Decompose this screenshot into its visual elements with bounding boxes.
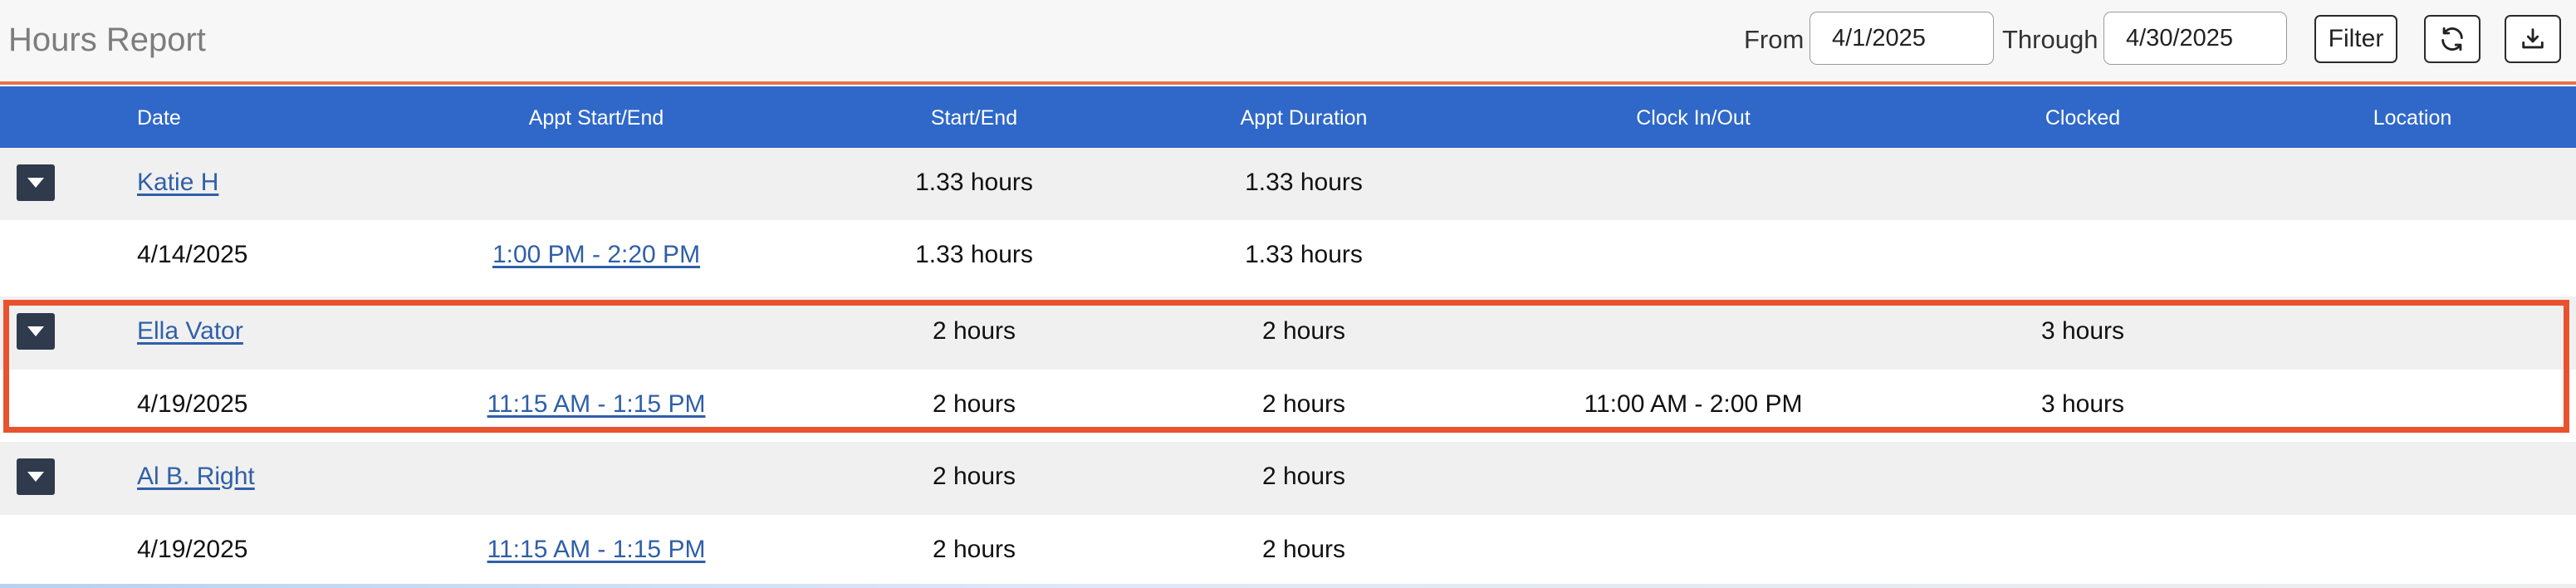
employee-name-link[interactable]: Ella Vator [137,317,243,345]
column-header-location[interactable]: Location [2373,106,2452,130]
table-bottom-border [0,584,2576,588]
table-row-group: Ella Vator 2 hours 2 hours 3 hours [0,296,2576,370]
download-button[interactable] [2505,15,2561,63]
table-row: 4/14/2025 1:00 PM - 2:20 PM 1.33 hours 1… [0,220,2576,292]
row-date: 4/19/2025 [137,390,248,418]
chevron-down-icon [27,471,45,483]
page-title: Hours Report [8,22,206,58]
appt-duration-value: 2 hours [1261,390,1346,418]
filter-button[interactable]: Filter [2314,15,2397,63]
through-label: Through [2002,25,2099,54]
table-row-group: Al B. Right 2 hours 2 hours [0,442,2576,515]
download-icon [2519,25,2547,53]
clocked-total: 3 hours [2040,317,2125,345]
row-date: 4/19/2025 [137,536,248,563]
from-date-input[interactable] [1810,12,1994,65]
row-date: 4/14/2025 [137,241,248,268]
clock-in-out-value: 11:00 AM - 2:00 PM [1584,390,1803,418]
appt-duration-total: 2 hours [1261,463,1346,490]
start-end-value: 2 hours [932,536,1016,563]
appt-duration-value: 2 hours [1261,536,1346,563]
start-end-value: 2 hours [932,390,1016,418]
chevron-down-icon [27,177,45,189]
column-header-date[interactable]: Date [137,106,181,130]
column-header-clock-in-out[interactable]: Clock In/Out [1636,106,1751,130]
header-divider [0,81,2576,85]
employee-name-link[interactable]: Katie H [137,169,218,197]
chevron-down-icon [27,326,45,337]
start-end-total: 1.33 hours [915,169,1033,196]
expand-toggle[interactable] [17,458,55,495]
table-row: 4/19/2025 11:15 AM - 1:15 PM 2 hours 2 h… [0,515,2576,587]
start-end-total: 2 hours [932,463,1016,490]
appt-time-link[interactable]: 11:15 AM - 1:15 PM [487,536,706,564]
from-label: From [1744,25,1805,54]
through-date-input[interactable] [2103,12,2287,65]
appt-duration-total: 1.33 hours [1245,169,1363,196]
table-header: Date Appt Start/End Start/End Appt Durat… [0,86,2576,148]
employee-name-link[interactable]: Al B. Right [137,463,255,491]
column-header-appt-start-end[interactable]: Appt Start/End [529,106,664,130]
table-row: 4/19/2025 11:15 AM - 1:15 PM 2 hours 2 h… [0,370,2576,442]
report-header: Hours Report From Through Filter [0,0,2576,80]
clocked-value: 3 hours [2040,390,2125,418]
appt-time-link[interactable]: 1:00 PM - 2:20 PM [492,241,700,269]
column-header-start-end[interactable]: Start/End [931,106,1017,130]
start-end-total: 2 hours [932,317,1016,345]
appt-duration-total: 2 hours [1261,317,1346,345]
refresh-icon [2438,25,2466,53]
hours-report-page: Hours Report From Through Filter [0,0,2576,588]
column-header-appt-duration[interactable]: Appt Duration [1241,106,1368,130]
appt-time-link[interactable]: 11:15 AM - 1:15 PM [487,390,706,419]
start-end-value: 1.33 hours [915,241,1033,268]
expand-toggle[interactable] [17,313,55,350]
expand-toggle[interactable] [17,164,55,201]
table-row-group: Katie H 1.33 hours 1.33 hours [0,148,2576,220]
column-header-clocked[interactable]: Clocked [2045,106,2120,130]
appt-duration-value: 1.33 hours [1245,241,1363,268]
refresh-button[interactable] [2424,15,2481,63]
